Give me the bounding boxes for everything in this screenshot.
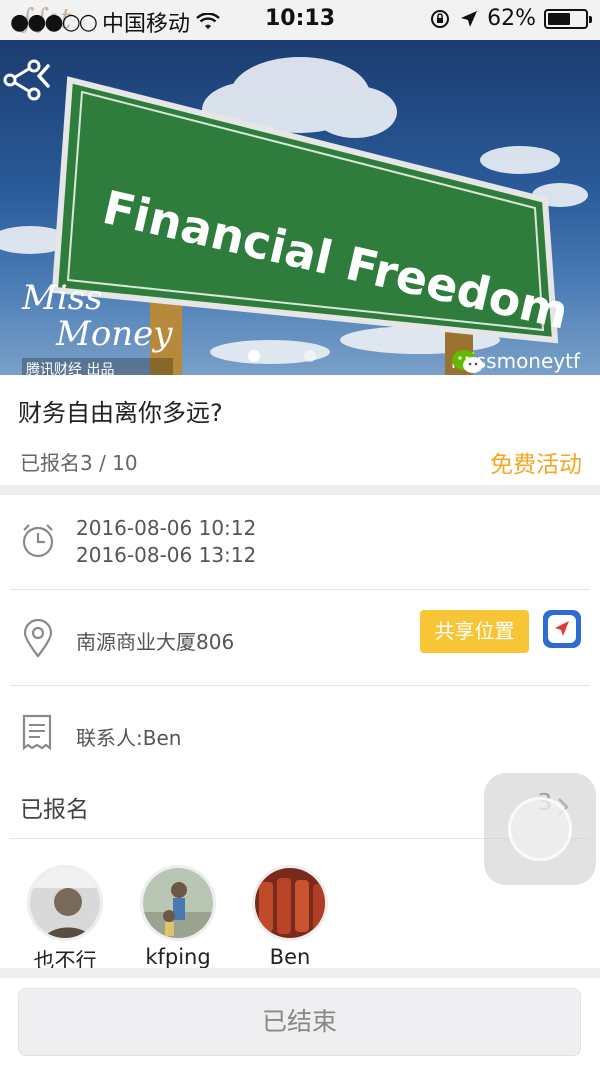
wechat-account: missmoneytf [451,349,580,373]
contact-row: 联系人:Ben [0,686,600,780]
share-icon[interactable] [0,58,44,102]
location-text: 南源商业大厦806 [76,630,235,654]
wechat-icon [451,350,483,373]
assistive-touch-ring [508,797,572,861]
hero-banner[interactable]: Financial Freedom Miss Money 腾讯财经 出品 mis… [0,40,600,375]
location-pin-icon [23,618,53,658]
assistive-touch-button[interactable] [484,773,596,885]
time-row: 2016-08-06 10:12 2016-08-06 13:12 [0,495,600,589]
brand-line2: Money [56,314,173,354]
battery-icon [544,8,592,29]
location-arrow-icon [461,10,478,27]
start-time: 2016-08-06 10:12 [76,516,257,540]
navigation-button[interactable] [543,610,581,648]
avatar[interactable] [27,865,103,941]
participant-name: kfping [145,945,211,969]
receipt-icon [22,714,52,751]
end-time: 2016-08-06 13:12 [76,543,257,567]
location-row[interactable]: 南源商业大厦806 共享位置 [0,590,600,685]
event-header: 财务自由离你多远? 已报名3 / 10 免费活动 [0,375,600,485]
miss-money-logo: Miss Money 腾讯财经 出品 [22,280,173,375]
battery-fill [548,12,570,25]
brand-sub: 腾讯财经 出品 [22,358,173,375]
carousel-dot-2[interactable] [304,350,316,362]
enrolled-label: 已报名 [20,797,89,823]
participant-name: Ben [269,945,311,969]
alarm-clock-icon [22,524,54,558]
participant-item[interactable]: kfping [123,865,233,969]
brand-line1: Miss [22,278,103,318]
battery-percent: 62% [487,6,536,31]
carousel-dots[interactable] [248,350,316,362]
rotation-lock-icon [431,9,450,28]
section-gap [0,968,600,978]
section-gap [0,485,600,495]
status-bar: ∫∫ιt ●●●○○ 中国移动 10:13 62% [0,0,600,40]
contact-text: 联系人:Ben [76,726,182,750]
participant-item[interactable]: Ben [235,865,345,969]
avatar[interactable] [140,865,216,941]
carousel-dot-1[interactable] [248,350,260,362]
status-right: 62% [429,6,592,31]
event-title: 财务自由离你多远? [18,399,223,427]
signup-count: 已报名3 / 10 [20,451,138,475]
share-location-button[interactable]: 共享位置 [420,610,529,653]
avatar[interactable] [252,865,328,941]
free-event-tag: 免费活动 [490,452,582,478]
event-ended-button[interactable]: 已结束 [18,988,581,1056]
footer: 已结束 [0,978,600,1065]
participant-item[interactable]: 也不行 [10,865,120,975]
navigation-arrow-icon [548,615,576,643]
